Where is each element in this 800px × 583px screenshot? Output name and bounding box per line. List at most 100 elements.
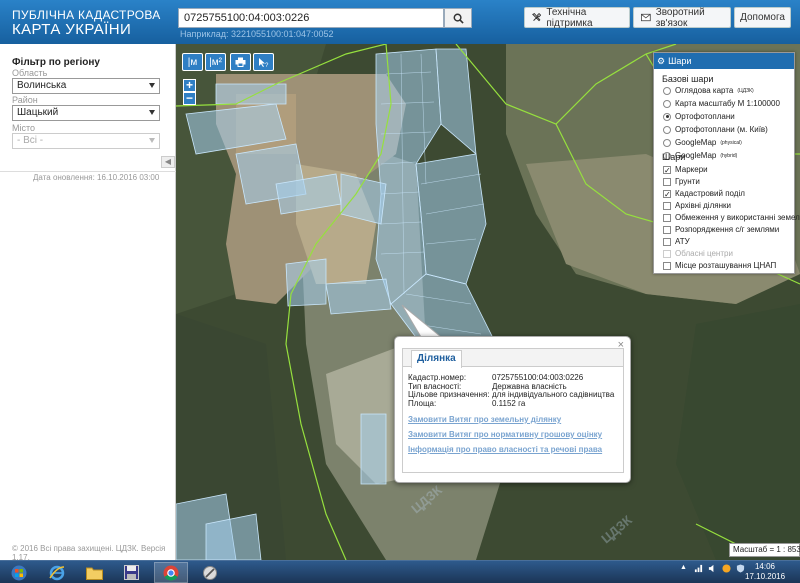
search-hint: Наприклад: 3221055100:01:047:0052 bbox=[180, 29, 334, 39]
base-layer-option[interactable]: GoogleMap (physical) bbox=[663, 138, 742, 147]
taskbar-chrome[interactable] bbox=[154, 562, 188, 583]
overlay-layer-option: Обласні центри bbox=[663, 249, 733, 258]
feedback-button[interactable]: Зворотний зв'язок bbox=[633, 7, 731, 29]
overlay-layer-option[interactable]: Архівні ділянки bbox=[663, 201, 731, 210]
overlay-layer-option[interactable]: Розпорядження с/г землями bbox=[663, 225, 779, 234]
print-button[interactable] bbox=[230, 53, 251, 71]
help-button[interactable]: Допомога bbox=[734, 7, 791, 28]
gear-icon: ⚙ bbox=[657, 55, 666, 66]
base-layer-option[interactable]: Ортофотоплани (м. Київ) bbox=[663, 125, 768, 134]
area-ruler-icon: |м² bbox=[209, 56, 222, 68]
system-tray: ▲ bbox=[680, 564, 745, 573]
base-layer-label: Ортофотоплани (м. Київ) bbox=[675, 125, 768, 134]
overlay-layer-label: Маркери bbox=[675, 165, 708, 174]
site-logo[interactable]: ПУБЛІЧНА КАДАСТРОВА КАРТА УКРАЇНИ bbox=[12, 8, 161, 38]
logo-line2: КАРТА УКРАЇНИ bbox=[12, 21, 132, 38]
search-icon bbox=[453, 13, 464, 24]
taskbar-clock[interactable]: 14:06 17.10.2016 bbox=[745, 562, 785, 582]
checkbox[interactable] bbox=[663, 213, 671, 222]
base-layer-sup: (physical) bbox=[720, 139, 742, 146]
popup-pointer bbox=[401, 304, 443, 338]
base-layers-title: Базові шари bbox=[662, 74, 714, 84]
checkbox bbox=[663, 249, 671, 258]
district-select[interactable]: Шацький bbox=[12, 105, 160, 121]
checkbox[interactable]: ✓ bbox=[663, 189, 671, 198]
support-button[interactable]: Технічна підтримка bbox=[524, 7, 630, 29]
city-label: Місто bbox=[12, 123, 36, 133]
layers-title: Шари bbox=[668, 56, 692, 66]
region-select[interactable]: Волинська bbox=[12, 78, 160, 94]
filter-title: Фільтр по регіону bbox=[12, 57, 100, 68]
tool-app-icon bbox=[203, 565, 217, 580]
checkbox[interactable] bbox=[663, 225, 671, 234]
internet-explorer-icon bbox=[49, 565, 65, 580]
overlay-layer-option[interactable]: Обмеження у використанні земель bbox=[663, 213, 800, 222]
start-button[interactable] bbox=[2, 562, 36, 583]
city-value: - Всі - bbox=[17, 135, 44, 146]
layers-header[interactable]: ⚙ Шари bbox=[654, 53, 794, 69]
shield-icon[interactable] bbox=[736, 564, 745, 573]
checkbox[interactable]: ✓ bbox=[663, 165, 671, 174]
overlay-layer-label: АТУ bbox=[675, 237, 690, 246]
overlay-layer-option[interactable]: АТУ bbox=[663, 237, 690, 246]
envelope-icon bbox=[641, 13, 651, 22]
volume-icon[interactable] bbox=[708, 564, 717, 573]
region-label: Область bbox=[12, 68, 48, 78]
parcel-info-popup: × Ділянка Кадастр.номер: 0725755100:04:00… bbox=[394, 336, 631, 483]
update-date: Дата оновлення: 16.10.2016 03:00 bbox=[33, 173, 160, 182]
zoom-out-button[interactable]: − bbox=[183, 92, 196, 105]
detail-value: 0.1152 га bbox=[492, 398, 526, 408]
overlay-layer-option[interactable]: ✓ Маркери bbox=[663, 165, 708, 174]
info-tool-button[interactable]: ? bbox=[253, 53, 274, 71]
taskbar-save-app[interactable] bbox=[114, 562, 148, 583]
overlay-layer-option[interactable]: Місце розташування ЦНАП bbox=[663, 261, 776, 270]
detail-key: Площа: bbox=[408, 398, 437, 408]
overlay-layer-option[interactable]: Грунти bbox=[663, 177, 700, 186]
measure-area-button[interactable]: |м² bbox=[205, 53, 226, 71]
taskbar-explorer[interactable] bbox=[77, 562, 111, 583]
search-button[interactable] bbox=[444, 8, 472, 28]
base-layer-option[interactable]: Карта масштабу М 1:100000 bbox=[663, 99, 780, 108]
measure-distance-button[interactable]: |м bbox=[182, 53, 203, 71]
radio-button[interactable] bbox=[663, 99, 671, 108]
tools-icon bbox=[532, 12, 542, 22]
checkbox[interactable] bbox=[663, 261, 671, 270]
chevron-down-icon bbox=[149, 138, 155, 143]
overlay-layer-label: Кадастровий поділ bbox=[675, 189, 745, 198]
popup-tabbar: Ділянка bbox=[403, 349, 623, 368]
radio-button[interactable] bbox=[663, 86, 671, 95]
base-layer-option[interactable]: Ортофотоплани bbox=[663, 112, 735, 121]
arrow-up-icon[interactable]: ▲ bbox=[680, 564, 689, 573]
base-layer-label: GoogleMap bbox=[675, 138, 717, 147]
checkbox[interactable] bbox=[663, 177, 671, 186]
order-extract-link[interactable]: Інформація про право власності та речові… bbox=[408, 445, 602, 454]
region-value: Волинська bbox=[17, 80, 67, 91]
radio-button[interactable] bbox=[663, 125, 671, 134]
overlay-layer-option[interactable]: ✓ Кадастровий поділ bbox=[663, 189, 745, 198]
radio-button[interactable] bbox=[663, 138, 671, 147]
taskbar-tool[interactable] bbox=[193, 562, 227, 583]
divider bbox=[0, 171, 176, 172]
overlay-layer-label: Розпорядження с/г землями bbox=[675, 225, 780, 234]
base-layer-sup: (hybrid) bbox=[720, 152, 738, 159]
layers-panel: ⚙ Шари Базові шари Оглядова карта (ЦДЗК) К… bbox=[653, 52, 800, 274]
base-layer-label: Оглядова карта bbox=[675, 86, 734, 95]
cadastral-search-input[interactable] bbox=[178, 8, 444, 28]
base-layer-option[interactable]: Оглядова карта (ЦДЗК) bbox=[663, 86, 754, 95]
radio-button[interactable] bbox=[663, 112, 671, 121]
app-tray-icon[interactable] bbox=[722, 564, 731, 573]
parcel-detail-row: Площа: 0.1152 га bbox=[408, 399, 622, 408]
app-header: ПУБЛІЧНА КАДАСТРОВА КАРТА УКРАЇНИ Наприк… bbox=[0, 0, 800, 44]
map-scale: Масштаб = 1 : 8531 bbox=[729, 543, 800, 557]
tab-parcel[interactable]: Ділянка bbox=[411, 350, 462, 368]
chevron-down-icon bbox=[149, 83, 155, 88]
checkbox[interactable] bbox=[663, 237, 671, 246]
order-extract-link[interactable]: Замовити Витяг про нормативну грошову оц… bbox=[408, 430, 602, 439]
order-extract-link[interactable]: Замовити Витяг про земельну ділянку bbox=[408, 415, 561, 424]
sidebar-collapse-button[interactable]: ◀ bbox=[161, 156, 175, 168]
checkbox[interactable] bbox=[663, 201, 671, 210]
svg-text:?: ? bbox=[265, 63, 269, 68]
city-select[interactable]: - Всі - bbox=[12, 133, 160, 149]
taskbar-ie[interactable] bbox=[40, 562, 74, 583]
network-icon[interactable] bbox=[694, 564, 703, 573]
